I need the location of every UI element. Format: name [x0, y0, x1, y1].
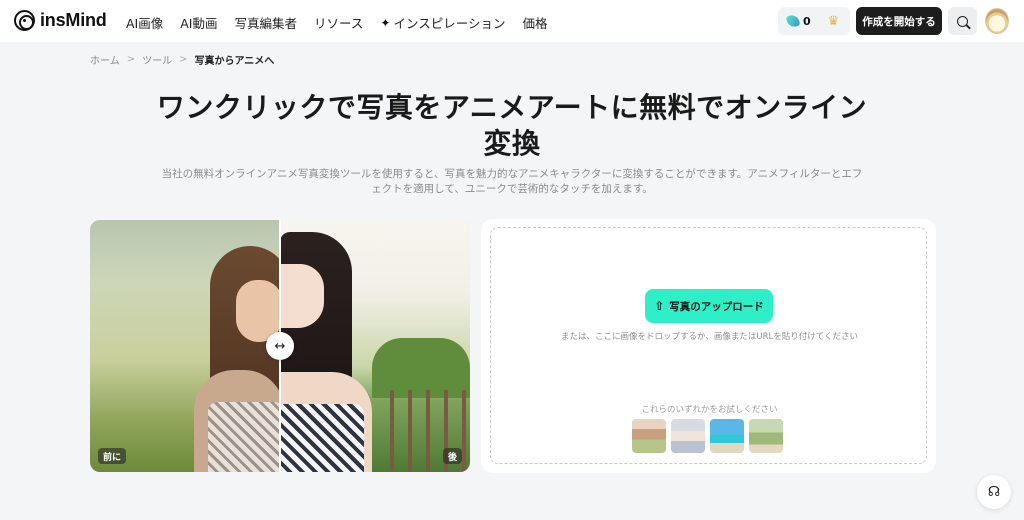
after-label: 後	[442, 448, 462, 464]
sample-image-3[interactable]	[710, 419, 744, 453]
headset-icon: ☊	[987, 484, 1001, 500]
sample-images	[632, 419, 783, 453]
support-button[interactable]: ☊	[977, 475, 1011, 509]
breadcrumb-separator: >	[126, 54, 136, 65]
breadcrumb-home[interactable]: ホーム	[90, 52, 120, 67]
sample-image-4[interactable]	[749, 419, 783, 453]
before-image	[90, 220, 290, 472]
gem-icon	[785, 13, 801, 29]
nav-photo-editor[interactable]: 写真編集者	[235, 13, 298, 32]
avatar[interactable]	[985, 8, 1009, 34]
credit-count: 0	[803, 14, 811, 28]
main-nav: AI画像 AI動画 写真編集者 リソース ✦ インスピレーション 価格	[126, 13, 565, 32]
breadcrumb-separator: >	[179, 54, 188, 65]
credits-badge[interactable]: 0 ♛	[778, 7, 850, 35]
start-creating-button[interactable]: 作成を開始する	[856, 7, 942, 35]
drop-hint: または、ここに画像をドロップするか、画像またはURLを貼り付けてください	[561, 332, 858, 342]
upload-photo-button[interactable]: ⇧ 写真のアップロード	[645, 289, 773, 323]
page-title: ワンクリックで写真をアニメアートに無料でオンライン変換	[156, 91, 868, 160]
sparkle-icon: ✦	[380, 15, 391, 30]
nav-inspiration[interactable]: ✦ インスピレーション	[380, 13, 505, 32]
nav-inspiration-label: インスピレーション	[393, 16, 506, 31]
top-header: insMind AI画像 AI動画 写真編集者 リソース ✦ インスピレーション…	[0, 0, 1024, 42]
logo-text: insMind	[40, 10, 107, 30]
compare-slider-handle[interactable]: ↔	[266, 332, 294, 360]
search-icon	[957, 15, 968, 27]
arrows-horizontal-icon: ↔	[274, 338, 286, 354]
dropzone[interactable]: ⇧ 写真のアップロード または、ここに画像をドロップするか、画像またはURLを貼…	[490, 227, 927, 464]
breadcrumb-tools[interactable]: ツール	[142, 52, 172, 67]
nav-resources[interactable]: リソース	[314, 13, 363, 32]
sample-image-1[interactable]	[632, 419, 666, 453]
logo-icon	[14, 10, 35, 31]
page-subtitle: 当社の無料オンラインアニメ写真変換ツールを使用すると、写真を魅力的なアニメキャラ…	[161, 168, 863, 195]
upload-button-label: 写真のアップロード	[669, 300, 764, 313]
try-samples-label: これらのいずれかをお試しください	[641, 405, 778, 415]
search-button[interactable]	[948, 7, 977, 35]
after-image	[280, 220, 470, 472]
logo[interactable]: insMind	[14, 10, 107, 31]
before-after-comparison[interactable]: ↔ 前に 後	[90, 220, 470, 472]
breadcrumb-current: 写真からアニメへ	[194, 56, 275, 67]
upload-panel: ⇧ 写真のアップロード または、ここに画像をドロップするか、画像またはURLを貼…	[481, 219, 936, 473]
nav-ai-image[interactable]: AI画像	[126, 13, 163, 32]
sample-image-2[interactable]	[671, 419, 705, 453]
upload-icon: ⇧	[654, 299, 665, 313]
before-label: 前に	[98, 448, 127, 464]
breadcrumb: ホーム > ツール > 写真からアニメへ	[90, 52, 274, 67]
crown-icon[interactable]: ♛	[828, 14, 840, 29]
nav-pricing[interactable]: 価格	[522, 13, 547, 32]
nav-ai-video[interactable]: AI動画	[180, 13, 217, 32]
